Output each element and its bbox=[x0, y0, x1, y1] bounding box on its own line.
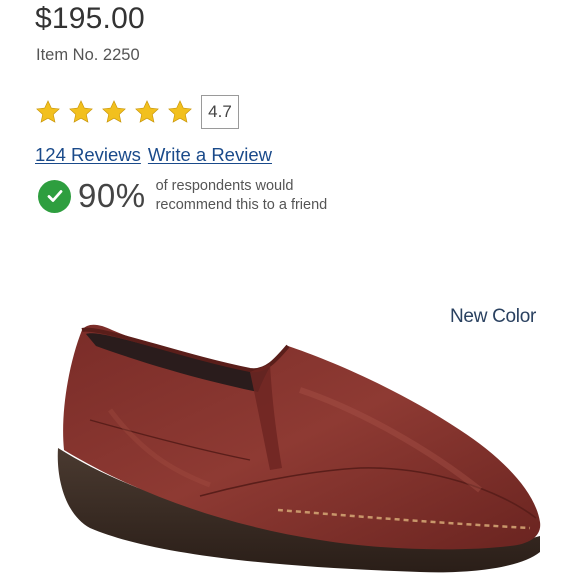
rating-value: 4.7 bbox=[201, 95, 239, 129]
recommend-text-line2: recommend this to a friend bbox=[155, 197, 328, 213]
reviews-link[interactable]: 124 Reviews bbox=[35, 144, 141, 166]
star-icon bbox=[135, 100, 159, 123]
star-icon bbox=[69, 100, 93, 123]
star-icon bbox=[36, 100, 60, 123]
recommend-text: of respondents would recommend this to a… bbox=[156, 177, 328, 215]
rating-row: 4.7 bbox=[35, 94, 239, 130]
shoe-image[interactable] bbox=[0, 300, 580, 580]
star-icon bbox=[168, 100, 192, 123]
recommend-text-line1: of respondents would bbox=[155, 178, 294, 194]
recommend-percent: 90% bbox=[78, 177, 146, 214]
review-links: 124 Reviews Write a Review bbox=[35, 144, 272, 166]
write-review-link[interactable]: Write a Review bbox=[148, 144, 272, 166]
star-rating[interactable] bbox=[35, 99, 193, 125]
item-number: Item No. 2250 bbox=[36, 46, 140, 64]
product-price: $195.00 bbox=[35, 2, 145, 35]
star-icon bbox=[102, 100, 126, 123]
recommendation: 90% of respondents would recommend this … bbox=[38, 177, 327, 215]
checkmark-icon bbox=[38, 179, 71, 213]
